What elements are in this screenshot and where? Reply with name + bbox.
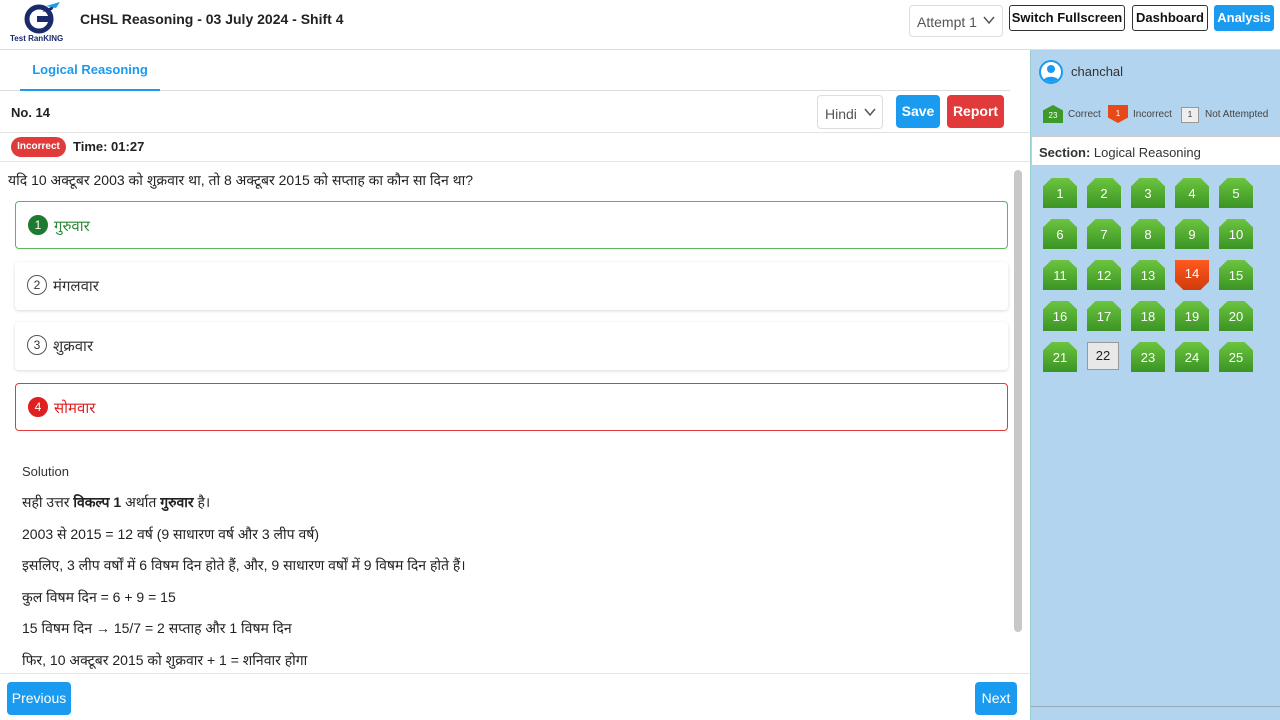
solution-text: अर्थात [121, 494, 161, 510]
question-palette-item-21[interactable]: 21 [1043, 342, 1077, 372]
section-name: Logical Reasoning [1093, 145, 1201, 160]
chevron-down-icon [864, 108, 876, 117]
question-palette-item-14[interactable]: 14 [1175, 260, 1209, 290]
solution-line: सही उत्तर विकल्प 1 अर्थात गुरुवार है। [22, 493, 210, 512]
logo-text: Test RanKING [10, 34, 64, 43]
solution-title: Solution [22, 464, 69, 479]
legend-not-attempted-label: Not Attempted [1205, 109, 1269, 120]
switch-fullscreen-button[interactable]: Switch Fullscreen [1009, 5, 1125, 31]
chevron-down-icon [983, 16, 995, 25]
page-title: CHSL Reasoning - 03 July 2024 - Shift 4 [80, 11, 344, 27]
question-palette-item-15[interactable]: 15 [1219, 260, 1253, 290]
legend-incorrect-icon: 1 [1108, 105, 1128, 123]
question-palette-panel: chanchal 23 Correct 1 Incorrect 1 Not At… [1030, 50, 1280, 720]
solution-line: फिर, 10 अक्टूबर 2015 को शुक्रवार + 1 = श… [22, 652, 308, 668]
solution-line: कुल विषम दिन = 6 + 9 = 15 [22, 589, 176, 605]
question-palette-item-22[interactable]: 22 [1087, 342, 1119, 370]
content-scrollbar[interactable] [1014, 170, 1022, 632]
question-palette-item-16[interactable]: 16 [1043, 301, 1077, 331]
question-palette-item-11[interactable]: 11 [1043, 260, 1077, 290]
question-palette-item-20[interactable]: 20 [1219, 301, 1253, 331]
question-palette-item-5[interactable]: 5 [1219, 178, 1253, 208]
question-palette-item-18[interactable]: 18 [1131, 301, 1165, 331]
solution-text: है। [193, 494, 211, 510]
panel-divider [1031, 706, 1280, 707]
solution-line: 2003 से 2015 = 12 वर्ष (9 साधारण वर्ष और… [22, 526, 319, 542]
question-palette-item-6[interactable]: 6 [1043, 219, 1077, 249]
question-palette-item-24[interactable]: 24 [1175, 342, 1209, 372]
question-palette-item-9[interactable]: 9 [1175, 219, 1209, 249]
question-text: यदि 10 अक्टूबर 2003 को शुक्रवार था, तो 8… [8, 172, 474, 188]
main-panel: Logical Reasoning No. 14 Hindi Save Repo… [0, 50, 1030, 720]
legend-incorrect-label: Incorrect [1133, 109, 1172, 120]
question-palette-item-10[interactable]: 10 [1219, 219, 1253, 249]
question-palette-item-7[interactable]: 7 [1087, 219, 1121, 249]
question-palette-item-25[interactable]: 25 [1219, 342, 1253, 372]
user-icon [1043, 65, 1059, 82]
avatar [1039, 60, 1063, 84]
question-content: यदि 10 अक्टूबर 2003 को शुक्रवार था, तो 8… [0, 162, 1030, 674]
analysis-button[interactable]: Analysis [1214, 5, 1274, 31]
attempt-select-value: Attempt 1 [917, 14, 977, 30]
option-number: 4 [28, 397, 48, 417]
solution-text: सही उत्तर [22, 494, 74, 510]
question-palette-item-23[interactable]: 23 [1131, 342, 1165, 372]
attempt-select[interactable]: Attempt 1 [909, 5, 1003, 37]
question-palette-item-19[interactable]: 19 [1175, 301, 1209, 331]
user-info: chanchal [1031, 50, 1280, 94]
legend-not-attempted-icon: 1 [1181, 107, 1199, 123]
report-button[interactable]: Report [947, 95, 1004, 128]
section-prefix: Section: [1039, 145, 1091, 160]
legend-correct-label: Correct [1068, 109, 1101, 120]
solution-answer-day: गुरुवार [160, 494, 194, 510]
question-number: No. 14 [11, 105, 51, 120]
question-palette-item-4[interactable]: 4 [1175, 178, 1209, 208]
top-header: Test RanKING CHSL Reasoning - 03 July 20… [0, 0, 1280, 50]
question-palette-item-3[interactable]: 3 [1131, 178, 1165, 208]
question-palette-item-1[interactable]: 1 [1043, 178, 1077, 208]
language-select-value: Hindi [825, 106, 857, 122]
section-label: Section: Logical Reasoning [1031, 136, 1280, 166]
username: chanchal [1071, 64, 1124, 79]
solution-line: 15 विषम दिन → 15/7 = 2 सप्ताह और 1 विषम … [22, 620, 292, 636]
previous-button[interactable]: Previous [7, 682, 71, 715]
option-text: शुक्रवार [53, 338, 94, 355]
question-palette-item-8[interactable]: 8 [1131, 219, 1165, 249]
solution-answer: विकल्प 1 [73, 494, 122, 510]
option-2[interactable]: 2 मंगलवार [15, 262, 1008, 310]
option-1[interactable]: 1 गुरुवार [15, 201, 1008, 249]
solution-line: इसलिए, 3 लीप वर्षों में 6 विषम दिन होते … [22, 557, 466, 573]
status-badge: Incorrect [11, 137, 66, 157]
language-select[interactable]: Hindi [817, 95, 883, 129]
option-text: गुरुवार [54, 218, 90, 235]
next-button[interactable]: Next [975, 682, 1017, 715]
question-toolbar: No. 14 Hindi Save Report [0, 91, 1030, 133]
logo-icon [24, 2, 60, 34]
question-palette-item-17[interactable]: 17 [1087, 301, 1121, 331]
question-palette-item-12[interactable]: 12 [1087, 260, 1121, 290]
legend-correct-icon: 23 [1043, 105, 1063, 123]
option-3[interactable]: 3 शुक्रवार [15, 322, 1008, 370]
navigation-footer: Previous Next [0, 673, 1030, 720]
option-text: मंगलवार [53, 278, 99, 295]
status-legend: 23 Correct 1 Incorrect 1 Not Attempted [1031, 102, 1280, 128]
option-number: 1 [28, 215, 48, 235]
time-taken: Time: 01:27 [73, 139, 145, 154]
app-logo[interactable]: Test RanKING [8, 2, 70, 46]
section-tabs: Logical Reasoning [0, 50, 1010, 91]
dashboard-button[interactable]: Dashboard [1132, 5, 1208, 31]
tab-logical-reasoning[interactable]: Logical Reasoning [20, 50, 160, 91]
option-4[interactable]: 4 सोमवार [15, 383, 1008, 431]
save-button[interactable]: Save [896, 95, 940, 128]
question-palette-item-2[interactable]: 2 [1087, 178, 1121, 208]
status-bar: Incorrect Time: 01:27 [0, 133, 1030, 162]
option-number: 3 [27, 335, 47, 355]
option-text: सोमवार [54, 400, 96, 417]
question-palette-item-13[interactable]: 13 [1131, 260, 1165, 290]
option-number: 2 [27, 275, 47, 295]
